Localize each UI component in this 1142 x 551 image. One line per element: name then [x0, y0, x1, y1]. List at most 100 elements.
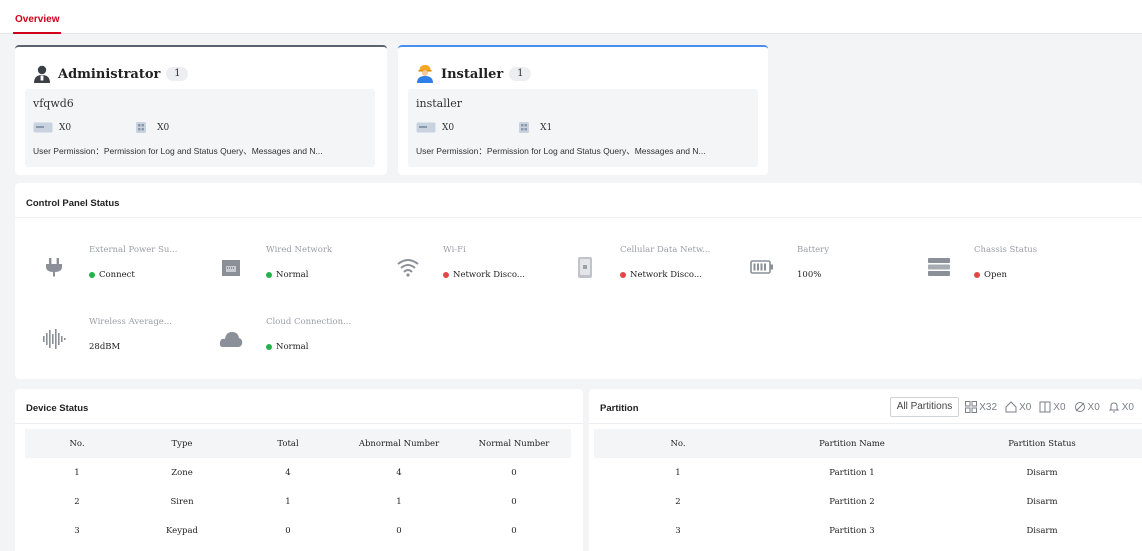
administrator-username: vfqwd6	[33, 97, 74, 110]
installer-username: installer	[416, 97, 463, 110]
status-value: Network Disco...	[443, 270, 525, 280]
divider	[15, 217, 1142, 218]
card-count: X0	[33, 122, 71, 133]
wifi-icon	[397, 259, 419, 277]
partition-toolbar: All Partitions X32 X0 X0 X0 X0	[889, 397, 1142, 417]
remote-count: X1	[514, 122, 552, 133]
table-cell: 1	[285, 496, 291, 507]
table-cell: Partition 2	[829, 496, 875, 507]
column-header: Partition Status	[1008, 438, 1076, 449]
administrator-details: vfqwd6 X0 X0 User Permission：Permission …	[25, 89, 375, 167]
stat-value: X0	[1019, 401, 1032, 413]
table-row: 1 Zone 4 4 0	[25, 458, 571, 487]
status-value: Normal	[266, 342, 308, 352]
card-count: X0	[416, 122, 454, 133]
partition-alarm-stat: X0	[1108, 401, 1134, 413]
disarm-icon	[1074, 402, 1085, 412]
status-wired-network: Wired Network Normal	[219, 245, 389, 295]
status-battery: Battery 100%	[750, 245, 920, 295]
table-cell: 0	[511, 525, 517, 536]
column-header: Abnormal Number	[358, 438, 440, 449]
table-cell: 0	[511, 496, 517, 507]
installer-count-badge: 1	[509, 67, 532, 81]
status-text: 100%	[797, 270, 822, 280]
table-row[interactable]: 2 Partition 2 Disarm	[594, 487, 1142, 516]
status-text: Connect	[99, 270, 135, 280]
column-header: No.	[69, 438, 85, 449]
partition-stay-stat: X0	[1039, 401, 1066, 413]
control-panel-status-card: Control Panel Status External Power Su..…	[15, 183, 1142, 379]
status-dot	[266, 272, 272, 278]
table-cell: Partition 3	[829, 525, 875, 536]
partition-total-stat: X32	[965, 401, 997, 413]
status-label: Wi-Fi	[443, 245, 466, 255]
table-header-row: No. Type Total Abnormal Number Normal Nu…	[25, 429, 571, 458]
table-cell: 3	[74, 525, 80, 536]
keyfob-icon	[136, 122, 147, 133]
status-text: Network Disco...	[630, 270, 702, 280]
status-value: 28dBM	[89, 342, 120, 352]
column-header: Type	[171, 438, 193, 449]
administrator-credentials: X0 X0	[33, 122, 229, 133]
installer-header: Installer 1	[415, 64, 532, 84]
status-text: Normal	[276, 342, 309, 352]
card-icon	[33, 122, 53, 133]
status-dot	[266, 344, 272, 350]
device-status-title: Device Status	[26, 403, 89, 414]
table-cell: 3	[675, 525, 681, 536]
signal-wave-icon	[43, 329, 66, 349]
status-dot	[620, 272, 626, 278]
table-cell: 0	[285, 525, 291, 536]
installer-card: Installer 1 installer X0 X1 User Permiss…	[398, 45, 768, 175]
table-cell: Siren	[170, 496, 194, 507]
table-cell: Disarm	[1026, 496, 1058, 507]
column-header: Normal Number	[478, 438, 550, 449]
table-cell: 1	[675, 467, 681, 478]
table-cell: 0	[396, 525, 402, 536]
table-row[interactable]: 3 Partition 3 Disarm	[594, 516, 1142, 545]
status-dot	[443, 272, 449, 278]
stat-value: X0	[1087, 401, 1100, 413]
installer-details: installer X0 X1 User Permission：Permissi…	[408, 89, 758, 167]
status-label: Cellular Data Netw...	[620, 245, 711, 255]
status-value: Connect	[89, 270, 135, 280]
status-external-power: External Power Su... Connect	[42, 245, 212, 295]
status-value: Normal	[266, 270, 308, 280]
administrator-title: Administrator	[58, 66, 161, 82]
status-text: 28dBM	[89, 342, 121, 352]
chassis-icon	[928, 258, 950, 276]
column-header: Partition Name	[819, 438, 885, 449]
table-cell: Disarm	[1026, 467, 1058, 478]
column-header: No.	[670, 438, 686, 449]
installer-permission: User Permission：Permission for Log and S…	[416, 146, 706, 156]
table-cell: 1	[74, 467, 80, 478]
power-plug-icon	[46, 258, 62, 277]
administrator-card: Administrator 1 vfqwd6 X0 X0 User Permis…	[15, 45, 387, 175]
stat-value: X0	[1121, 401, 1134, 413]
table-row[interactable]: 1 Partition 1 Disarm	[594, 458, 1142, 487]
table-cell: 2	[74, 496, 80, 507]
keyfob-count-value: X0	[157, 122, 170, 133]
status-label: External Power Su...	[89, 245, 178, 255]
installer-credentials: X0 X1	[416, 122, 612, 133]
status-label: Battery	[797, 245, 830, 255]
device-status-card: Device Status No. Type Total Abnormal Nu…	[15, 389, 583, 551]
remote-count: X0	[131, 122, 169, 133]
status-value: Network Disco...	[620, 270, 702, 280]
partition-filter-select[interactable]: All Partitions	[889, 397, 960, 417]
tab-overview[interactable]: Overview	[13, 14, 62, 34]
table-header-row: No. Partition Name Partition Status	[594, 429, 1142, 458]
partition-table: No. Partition Name Partition Status 1 Pa…	[594, 429, 1142, 545]
partition-grid-icon	[965, 401, 978, 413]
status-wifi: Wi-Fi Network Disco...	[396, 245, 566, 295]
status-value: Open	[974, 270, 1007, 280]
status-text: Network Disco...	[453, 270, 525, 280]
status-label: Wired Network	[266, 245, 333, 255]
status-label: Cloud Connection...	[266, 317, 352, 327]
card-icon	[416, 122, 436, 133]
table-cell: Partition 1	[829, 467, 875, 478]
table-cell: 4	[396, 467, 402, 478]
cloud-icon	[219, 332, 243, 347]
keyfob-count-value: X1	[540, 122, 553, 133]
status-label: Chassis Status	[974, 245, 1038, 255]
